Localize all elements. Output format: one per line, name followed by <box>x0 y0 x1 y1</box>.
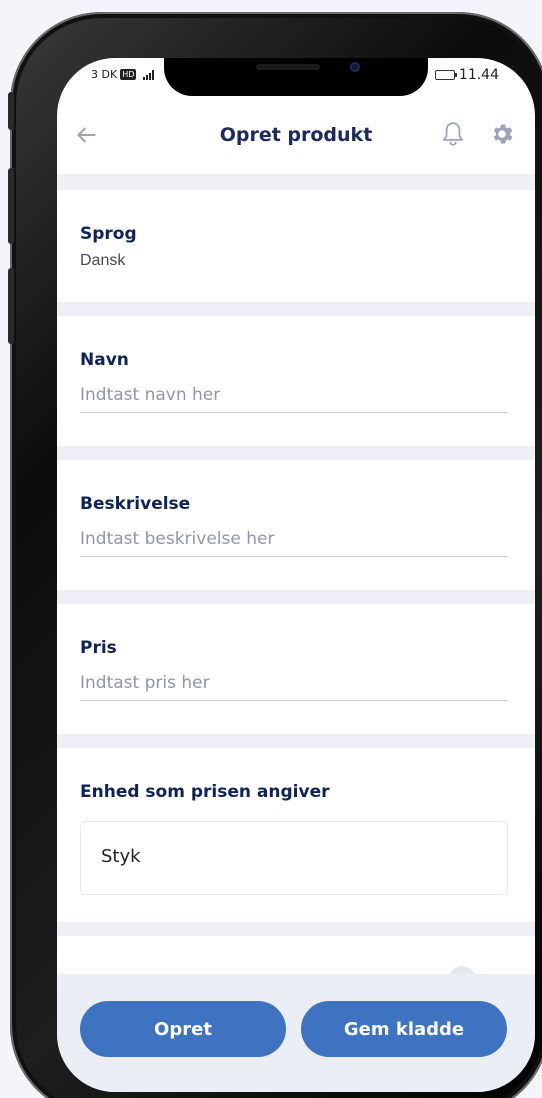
unit-select[interactable]: Styk <box>80 821 508 895</box>
price-label: Pris <box>80 638 117 658</box>
save-draft-button[interactable]: Gem kladde <box>301 1001 507 1057</box>
price-input[interactable] <box>80 666 508 701</box>
name-label: Navn <box>80 350 129 370</box>
phone-frame: 3 DK HD 11.44 Opret produkt Sprog Dansk … <box>10 12 542 1098</box>
language-label: Sprog <box>80 224 137 244</box>
app-header: Opret produkt <box>57 108 535 164</box>
hd-badge: HD <box>120 69 137 80</box>
status-right: 11.44 <box>434 67 499 83</box>
create-button[interactable]: Opret <box>80 1001 286 1057</box>
description-label: Beskrivelse <box>80 494 191 514</box>
phone-notch <box>164 58 428 96</box>
speaker-grille <box>256 64 320 70</box>
form-content: Sprog Dansk Navn Beskrivelse Pris Enhed … <box>57 174 535 996</box>
phone-mute-button <box>8 92 14 130</box>
bottom-action-bar: Opret Gem kladde <box>57 974 535 1092</box>
signal-icon <box>143 69 155 80</box>
front-camera <box>350 62 360 72</box>
phone-volume-down-button <box>8 268 14 344</box>
language-section: Sprog Dansk <box>57 190 535 302</box>
description-section: Beskrivelse <box>57 460 535 590</box>
battery-icon <box>434 70 457 80</box>
description-input[interactable] <box>80 522 508 557</box>
name-input[interactable] <box>80 378 508 413</box>
phone-volume-up-button <box>8 168 14 244</box>
gear-icon[interactable] <box>489 121 515 147</box>
phone-screen: 3 DK HD 11.44 Opret produkt Sprog Dansk … <box>57 58 535 1092</box>
unit-label: Enhed som prisen angiver <box>80 782 330 802</box>
unit-selected-value: Styk <box>101 846 141 867</box>
language-value: Dansk <box>80 252 126 269</box>
status-time: 11.44 <box>458 67 499 83</box>
page: 3 DK HD 11.44 Opret produkt Sprog Dansk … <box>0 0 542 1098</box>
name-section: Navn <box>57 316 535 446</box>
price-section: Pris <box>57 604 535 734</box>
status-left: 3 DK HD <box>91 68 155 81</box>
unit-section: Enhed som prisen angiver Styk <box>57 748 535 922</box>
bell-icon[interactable] <box>440 120 466 148</box>
carrier-name: 3 DK <box>91 68 118 81</box>
